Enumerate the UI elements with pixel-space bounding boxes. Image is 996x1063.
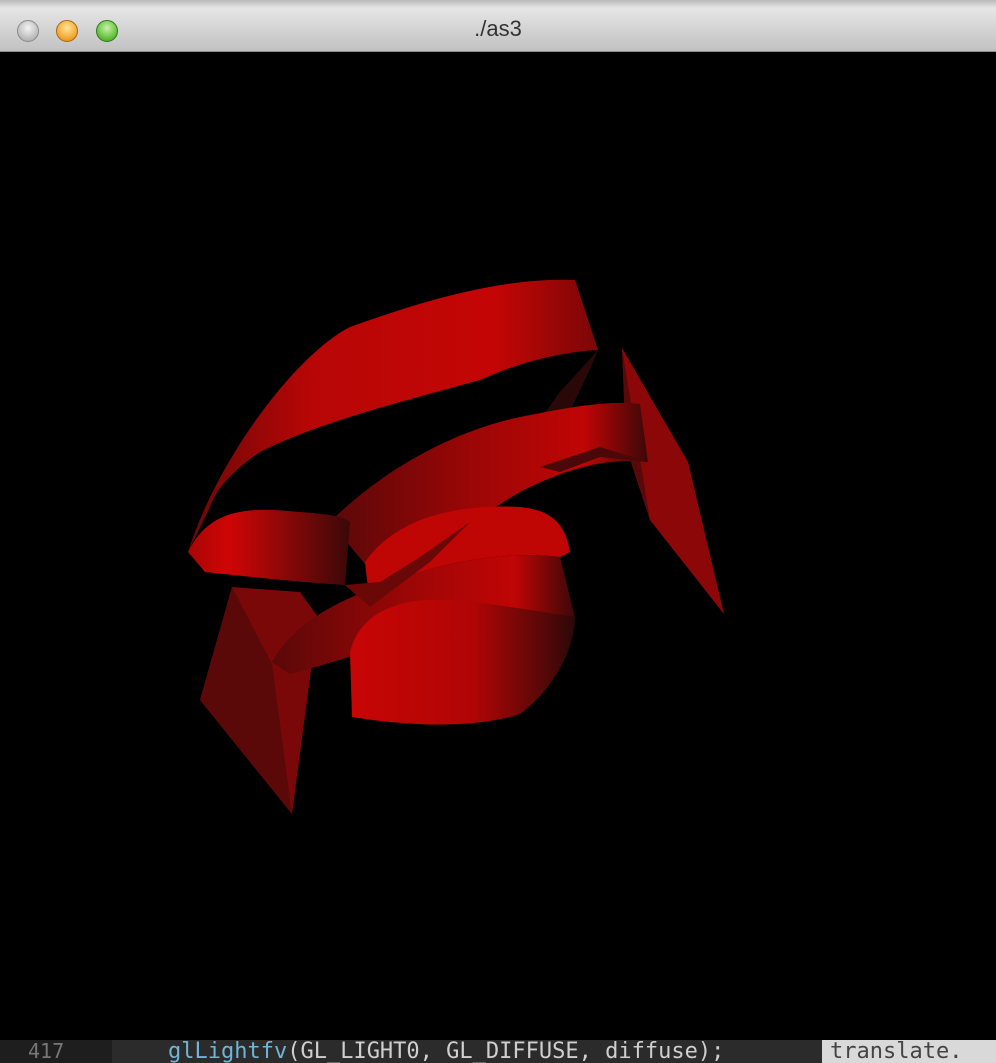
code-function: glLightfv — [168, 1040, 288, 1063]
code-line: glLightfv(GL_LIGHT0, GL_DIFFUSE, diffuse… — [168, 1040, 724, 1063]
side-panel-text: translate. — [822, 1040, 996, 1063]
background-editor-strip: 417 glLightfv(GL_LIGHT0, GL_DIFFUSE, dif… — [0, 1040, 996, 1063]
window-title: ./as3 — [474, 16, 522, 41]
ribbon-render — [188, 279, 724, 814]
line-number: 417 — [0, 1040, 112, 1063]
menu-strip — [0, 0, 996, 8]
title-bar[interactable]: ./as3 — [0, 0, 996, 52]
opengl-canvas[interactable] — [0, 52, 996, 1040]
app-window: ./as3 — [0, 0, 996, 1040]
ribbon-upper-front — [188, 509, 350, 585]
ribbon-lower-loop-front — [350, 599, 575, 725]
code-args: (GL_LIGHT0, GL_DIFFUSE, diffuse); — [287, 1040, 725, 1063]
